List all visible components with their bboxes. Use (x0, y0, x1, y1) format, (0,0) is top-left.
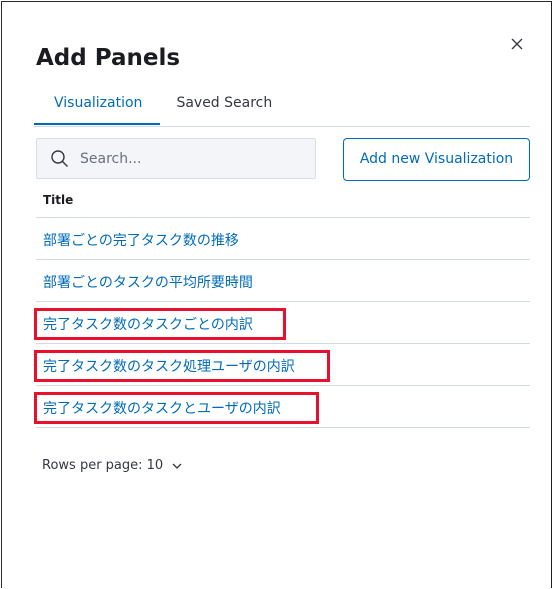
tab-bar: Visualization Saved Search (34, 90, 530, 127)
flyout-title: Add Panels (36, 45, 181, 71)
visualization-table: Title 部署ごとの完了タスク数の推移 部署ごとのタスクの平均所要時間 完了タ… (36, 189, 530, 428)
visualization-link[interactable]: 完了タスク数のタスクごとの内訳 (43, 314, 253, 334)
visualization-link[interactable]: 完了タスク数のタスクとユーザの内訳 (43, 398, 281, 418)
table-row: 完了タスク数のタスクごとの内訳 (36, 302, 530, 344)
close-icon[interactable] (508, 35, 526, 53)
rows-per-page-label: Rows per page: 10 (42, 458, 164, 473)
visualization-link[interactable]: 部署ごとのタスクの平均所要時間 (43, 272, 253, 292)
add-panels-flyout: Add Panels Visualization Saved Search Ad… (1, 1, 552, 588)
table-row: 完了タスク数のタスクとユーザの内訳 (36, 386, 530, 428)
visualization-link[interactable]: 部署ごとの完了タスク数の推移 (43, 230, 239, 250)
tab-visualization[interactable]: Visualization (34, 90, 161, 125)
table-row: 部署ごとの完了タスク数の推移 (36, 218, 530, 260)
table-row: 部署ごとのタスクの平均所要時間 (36, 260, 530, 302)
rows-per-page-selector[interactable]: Rows per page: 10 (42, 458, 183, 473)
visualization-link[interactable]: 完了タスク数のタスク処理ユーザの内訳 (43, 356, 295, 376)
column-header-title[interactable]: Title (36, 189, 530, 218)
search-icon (51, 149, 68, 167)
search-input[interactable] (80, 150, 280, 167)
tab-saved-search[interactable]: Saved Search (160, 90, 290, 125)
search-field[interactable] (36, 138, 316, 179)
add-new-visualization-button[interactable]: Add new Visualization (343, 138, 530, 181)
chevron-down-icon (172, 463, 182, 469)
table-row: 完了タスク数のタスク処理ユーザの内訳 (36, 344, 530, 386)
